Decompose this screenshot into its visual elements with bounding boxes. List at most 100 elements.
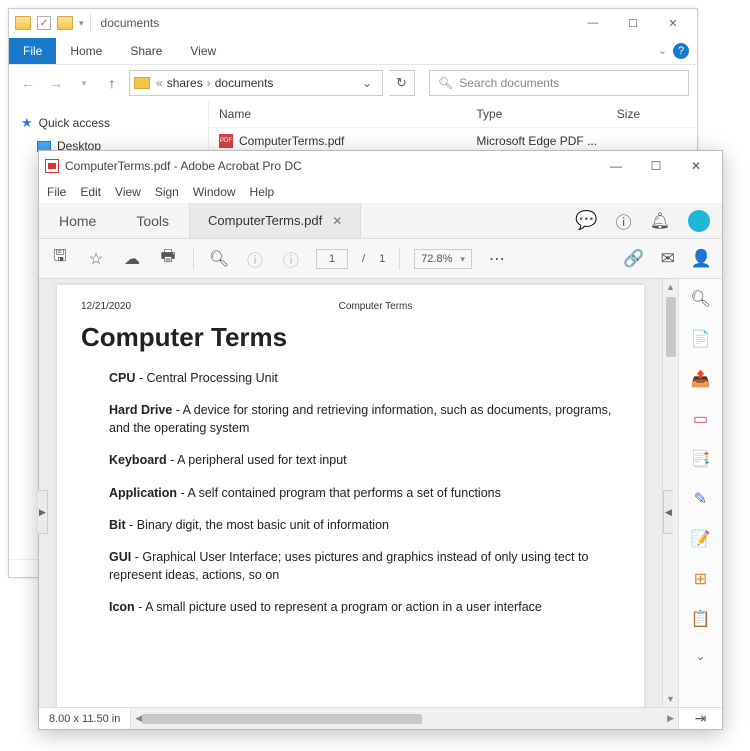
acrobat-titlebar[interactable]: ComputerTerms.pdf - Adobe Acrobat Pro DC… <box>39 151 722 181</box>
close-button[interactable]: ✕ <box>653 9 693 37</box>
horizontal-scrollbar[interactable]: ◀ ▶ <box>131 708 678 729</box>
file-type: Microsoft Edge PDF ... <box>476 134 616 148</box>
acrobat-tabbar: Home Tools ComputerTerms.pdf ✕ 💬 ⓘ 🔔︎ <box>39 203 722 239</box>
col-size[interactable]: Size <box>617 107 687 121</box>
col-type[interactable]: Type <box>476 107 616 121</box>
menu-sign[interactable]: Sign <box>155 185 179 199</box>
left-panel-expand-handle[interactable]: ▶ <box>38 490 48 534</box>
share-link-button[interactable]: 🔗 <box>623 249 644 269</box>
document-page: 12/21/2020 Computer Terms Computer Terms… <box>57 285 644 707</box>
save-button[interactable]: 🖫 <box>49 245 71 272</box>
ribbon-share-tab[interactable]: Share <box>116 38 176 64</box>
acrobat-menubar: File Edit View Sign Window Help <box>39 181 722 203</box>
tab-close-icon[interactable]: ✕ <box>332 214 342 228</box>
more-button[interactable]: ⋯ <box>486 249 508 269</box>
tab-document[interactable]: ComputerTerms.pdf ✕ <box>189 203 361 238</box>
term-item: Keyboard - A peripheral used for text in… <box>109 451 620 469</box>
tab-home[interactable]: Home <box>39 203 116 238</box>
nav-up-button[interactable]: ↑ <box>101 72 123 94</box>
stamp-icon[interactable]: ⊞ <box>694 569 707 589</box>
star-icon: ★ <box>21 115 33 131</box>
breadcrumb-item[interactable]: shares <box>165 76 205 90</box>
send-comments-icon[interactable]: 📝 <box>691 529 711 549</box>
col-name[interactable]: Name <box>219 107 476 121</box>
star-button[interactable]: ☆ <box>85 249 107 269</box>
nav-forward-button[interactable]: → <box>45 72 67 94</box>
edit-pdf-icon[interactable]: ▭ <box>693 409 708 429</box>
help-icon[interactable]: ? <box>673 43 689 59</box>
menu-view[interactable]: View <box>115 185 141 199</box>
avatar[interactable] <box>688 210 710 232</box>
explorer-titlebar[interactable]: ✓ ▾ documents — ☐ ✕ <box>9 9 697 37</box>
ribbon-file-tab[interactable]: File <box>9 38 56 64</box>
ribbon-expand-icon[interactable]: ⌄ <box>658 44 667 57</box>
scroll-thumb[interactable] <box>666 297 676 357</box>
page-up-button[interactable]: ⓘ <box>244 247 266 271</box>
doc-title: Computer Terms <box>81 322 620 353</box>
nav-recent-dropdown[interactable]: ▾ <box>73 72 95 94</box>
maximize-button[interactable]: ☐ <box>636 151 676 181</box>
scroll-right-button[interactable]: ▶ <box>667 713 674 724</box>
ribbon-view-tab[interactable]: View <box>176 38 230 64</box>
term-item: Hard Drive - A device for storing and re… <box>109 401 620 437</box>
acrobat-statusbar: 8.00 x 11.50 in ◀ ▶ ⇥ <box>39 707 722 729</box>
close-button[interactable]: ✕ <box>676 151 716 181</box>
address-dropdown-icon[interactable]: ⌄ <box>356 76 378 90</box>
refresh-button[interactable]: ↻ <box>389 70 415 96</box>
term-item: Bit - Binary digit, the most basic unit … <box>109 516 620 534</box>
minimize-button[interactable]: — <box>596 151 636 181</box>
more-tools-icon[interactable]: 📋 <box>691 609 711 629</box>
folder-open-icon[interactable] <box>57 16 73 30</box>
document-viewport[interactable]: 12/21/2020 Computer Terms Computer Terms… <box>39 279 662 707</box>
create-pdf-icon[interactable]: 📄 <box>691 329 711 349</box>
help-icon[interactable]: ⓘ <box>616 209 632 233</box>
export-pdf-icon[interactable]: 📤 <box>691 369 711 389</box>
scroll-up-button[interactable]: ▲ <box>663 279 678 295</box>
chevron-right-icon[interactable]: › <box>207 76 211 90</box>
breadcrumb-item[interactable]: documents <box>213 76 276 90</box>
right-panel-expand-handle[interactable]: ◀ <box>663 490 673 534</box>
qat-properties-icon[interactable]: ✓ <box>37 16 51 30</box>
scroll-left-button[interactable]: ◀ <box>135 713 142 724</box>
bell-icon[interactable]: 🔔︎ <box>650 211 670 231</box>
chevron-down-icon: ▾ <box>460 250 465 268</box>
menu-edit[interactable]: Edit <box>80 185 101 199</box>
tab-tools[interactable]: Tools <box>116 203 189 238</box>
pdf-icon: PDF <box>219 134 233 148</box>
nav-back-button[interactable]: ← <box>17 72 39 94</box>
page-dimensions: 8.00 x 11.50 in <box>39 708 131 729</box>
search-tool-icon[interactable]: 🔍︎ <box>690 289 710 309</box>
organize-icon[interactable]: 📑 <box>691 449 711 469</box>
zoom-dropdown[interactable]: 72.8% ▾ <box>414 249 472 269</box>
search-input[interactable]: 🔍︎ Search documents <box>429 70 689 96</box>
add-person-button[interactable]: 👤 <box>691 249 712 269</box>
email-button[interactable]: ✉ <box>661 249 675 269</box>
scroll-down-button[interactable]: ▼ <box>663 691 678 707</box>
menu-window[interactable]: Window <box>193 185 236 199</box>
tree-quick-access[interactable]: ★ Quick access <box>9 111 208 135</box>
notification-icon[interactable]: 💬 <box>575 210 597 231</box>
column-headers[interactable]: Name Type Size <box>209 101 697 128</box>
cloud-button[interactable]: ☁ <box>121 249 143 269</box>
page-down-button[interactable]: ⓘ <box>280 247 302 271</box>
ribbon-home-tab[interactable]: Home <box>56 38 116 64</box>
zoom-value: 72.8% <box>421 250 452 268</box>
page-separator: / <box>362 253 365 265</box>
minimize-button[interactable]: — <box>573 9 613 37</box>
term-item: Icon - A small picture used to represent… <box>109 598 620 616</box>
explorer-navbar: ← → ▾ ↑ « shares › documents ⌄ ↻ 🔍︎ Sear… <box>9 65 697 101</box>
menu-help[interactable]: Help <box>250 185 275 199</box>
qat-dropdown-icon[interactable]: ▾ <box>79 18 84 29</box>
address-bar[interactable]: « shares › documents ⌄ <box>129 70 383 96</box>
breadcrumb-root[interactable]: « <box>156 76 163 90</box>
pdf-app-icon <box>45 159 59 173</box>
maximize-button[interactable]: ☐ <box>613 9 653 37</box>
collapse-sidebar-button[interactable]: ⇥ <box>678 708 722 729</box>
menu-file[interactable]: File <box>47 185 66 199</box>
expand-tools-icon[interactable]: ⌄ <box>695 649 705 663</box>
scroll-thumb[interactable] <box>142 714 422 724</box>
page-number-input[interactable]: 1 <box>316 249 348 269</box>
print-button[interactable]: 🖶 <box>157 245 179 272</box>
sign-icon[interactable]: ✎ <box>694 489 707 509</box>
find-button[interactable]: 🔍︎ <box>208 249 230 269</box>
